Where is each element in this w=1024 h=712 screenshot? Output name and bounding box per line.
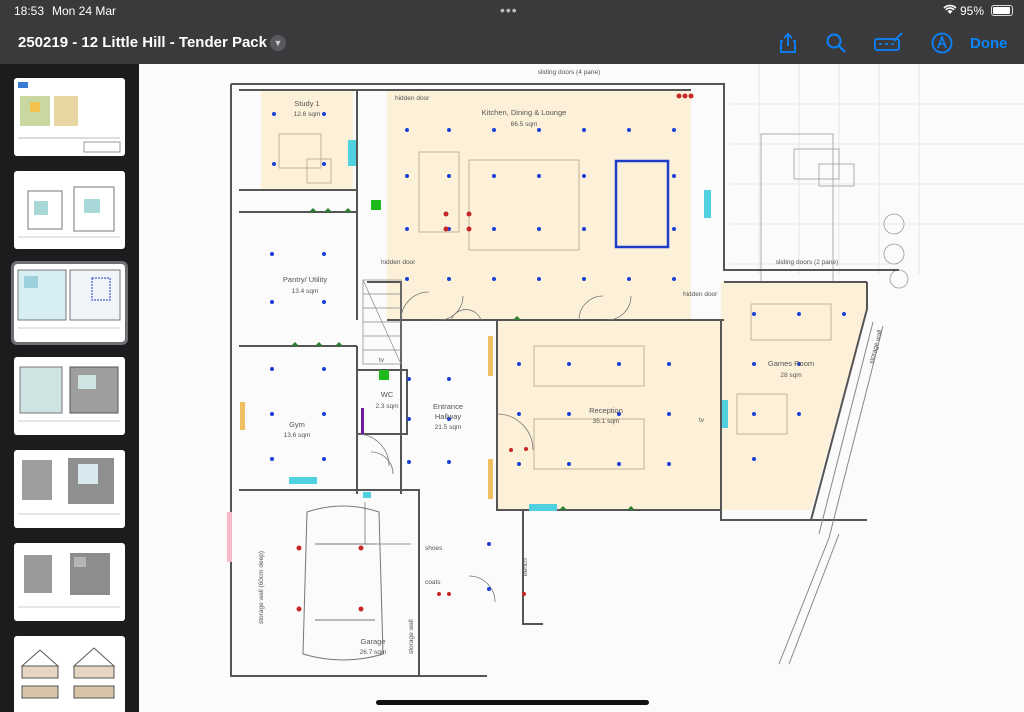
page-thumbnail-3[interactable] — [11, 261, 128, 345]
room-name-reception: Reception — [589, 406, 623, 415]
room-area-kitchen: 66.5 sqm — [511, 121, 538, 128]
shoes-label: shoes — [425, 545, 443, 552]
battery-icon — [991, 5, 1013, 16]
tv-label-1: tv — [379, 357, 385, 364]
page-thumbnail-6[interactable] — [14, 543, 125, 621]
room-area-gym: 13.6 sqm — [284, 432, 311, 439]
room-area-garage: 26.7 sqm — [360, 649, 387, 656]
pdf-page-canvas[interactable]: sliding doors (4 pane) sliding doors (2 … — [139, 64, 1024, 712]
room-name-hallway: Entrance — [433, 402, 463, 411]
hidden-door-label-2: hidden door — [381, 259, 416, 266]
pencil-tip-icon[interactable] — [931, 32, 953, 54]
battery-percent: 95% — [960, 4, 985, 18]
bench-label: bench — [522, 558, 529, 576]
room-name-wc: WC — [381, 390, 394, 399]
right-storage-wall-label: storage wall — [408, 619, 415, 654]
room-area-hallway: 21.5 sqm — [435, 424, 462, 431]
wifi-icon — [943, 4, 957, 18]
toolbar: 250219 - 12 Little Hill - Tender Pack ▼ … — [0, 22, 1024, 64]
room-area-pantry: 13.4 sqm — [292, 288, 319, 295]
top-sliding-doors-label: sliding doors (4 pane) — [538, 69, 601, 76]
status-time: 18:53 — [14, 4, 45, 18]
page-thumbnail-1[interactable] — [14, 78, 125, 156]
floor-plan-drawing: sliding doors (4 pane) sliding doors (2 … — [227, 64, 1024, 677]
room-name-pantry: Pantry/ Utility — [283, 275, 327, 284]
status-bar: 18:53 Mon 24 Mar ••• 95% — [0, 0, 1024, 22]
page-thumbnail-4[interactable] — [14, 357, 125, 435]
done-button[interactable]: Done — [970, 35, 1008, 52]
status-date: Mon 24 Mar — [52, 4, 117, 18]
home-indicator[interactable] — [376, 700, 649, 705]
garage-storage-wall-label: storage wall (60cm deep) — [258, 551, 265, 624]
room-name-gym: Gym — [289, 420, 305, 429]
room-area-study: 12.6 sqm — [294, 111, 321, 118]
page-thumbnail-sidebar — [0, 64, 139, 712]
outer-storage-wall-label: storage wall — [868, 329, 884, 365]
room-name-games: Games Room — [768, 359, 814, 368]
mid-sliding-doors-label: sliding doors (2 pane) — [776, 259, 839, 266]
coats-label: coats — [425, 579, 441, 586]
page-thumbnail-7[interactable] — [14, 636, 125, 712]
room-name-garage: Garage — [360, 637, 385, 646]
room-name-kitchen: Kitchen, Dining & Lounge — [482, 108, 567, 117]
room-name-study: Study 1 — [294, 99, 319, 108]
patio-grid — [729, 64, 1024, 274]
page-thumbnail-5[interactable] — [14, 450, 125, 528]
search-icon[interactable] — [825, 32, 847, 54]
document-title[interactable]: 250219 - 12 Little Hill - Tender Pack — [18, 34, 267, 51]
hidden-door-label-3: hidden door — [683, 291, 718, 298]
tv-label-2: tv — [699, 417, 705, 424]
room-area-reception: 35.1 sqm — [593, 418, 620, 425]
markup-icon[interactable] — [874, 32, 904, 54]
room-area-wc: 2.3 sqm — [375, 403, 398, 410]
chevron-down-icon[interactable]: ▼ — [270, 35, 286, 51]
multitasking-dots-icon[interactable]: ••• — [500, 2, 518, 18]
page-thumbnail-2[interactable] — [14, 171, 125, 249]
room-area-games: 28 sqm — [780, 372, 801, 379]
share-icon[interactable] — [777, 32, 799, 54]
hidden-door-label-1: hidden door — [395, 95, 430, 102]
room-name-hallway-2: Hallway — [435, 412, 462, 421]
